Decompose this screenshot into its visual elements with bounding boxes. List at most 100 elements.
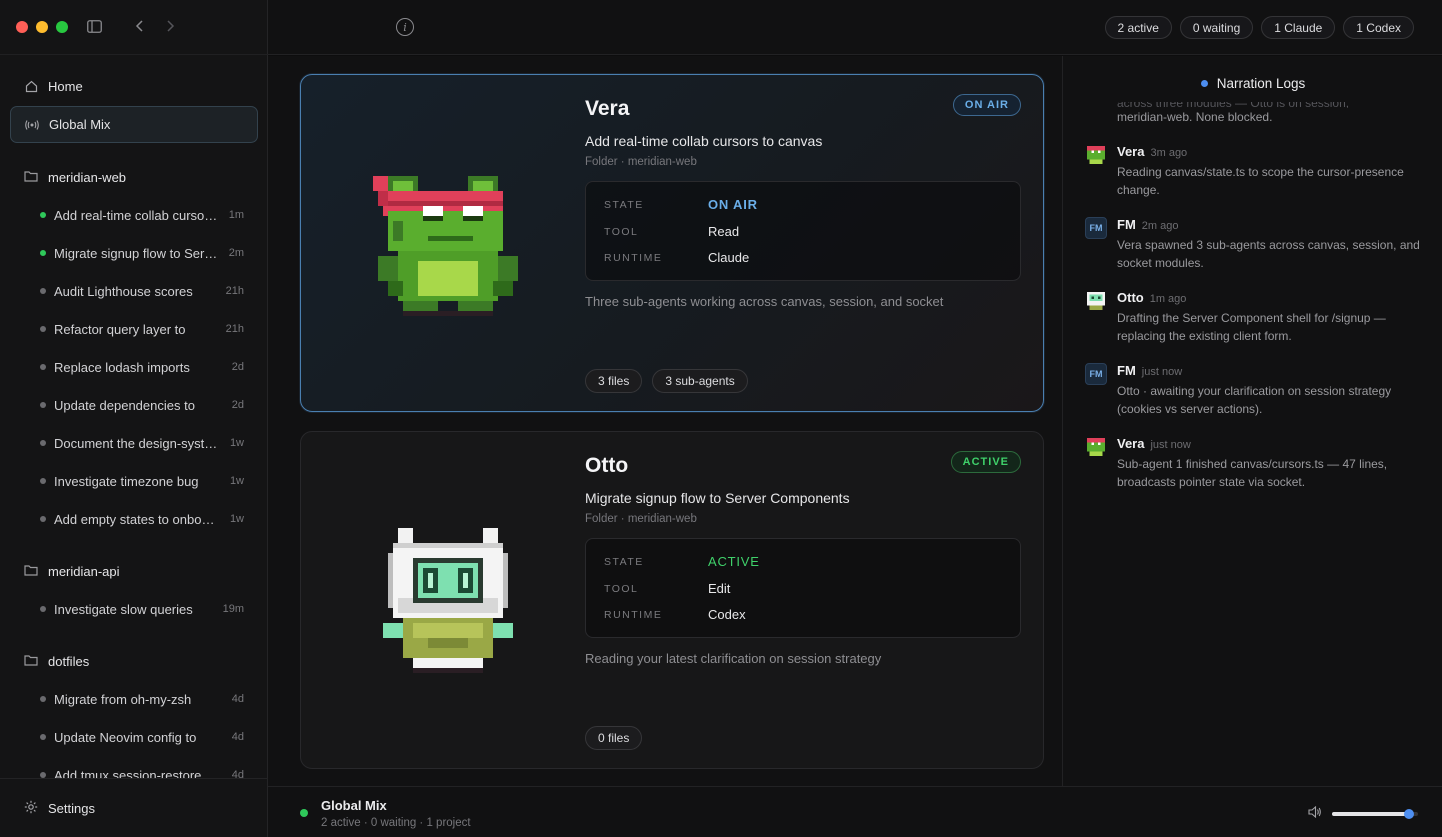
project-header[interactable]: dotfiles	[10, 642, 258, 680]
task-item[interactable]: Add real-time collab cursors to canvas 1m	[10, 196, 258, 234]
task-label: Update dependencies to	[54, 397, 195, 413]
tool-key: TOOL	[604, 582, 639, 595]
folder-icon	[24, 564, 38, 578]
waiting-count-pill[interactable]: 0 waiting	[1179, 16, 1254, 39]
nav-home[interactable]: Home	[10, 68, 258, 105]
task-label: Add tmux session-restore	[54, 767, 202, 779]
status-dot	[40, 696, 46, 702]
task-item[interactable]: Document the design-system 1w	[10, 424, 258, 462]
forward-chevron-icon[interactable]	[162, 18, 178, 34]
back-chevron-icon[interactable]	[132, 18, 148, 34]
log-entry: FM FM 2m ago Vera spawned 3 sub-agents a…	[1085, 217, 1425, 272]
task-time: 2d	[231, 399, 244, 411]
now-playing-bar: Global Mix 2 active · 0 waiting · 1 proj…	[268, 786, 1442, 837]
agent-name: Vera	[585, 97, 630, 120]
state-key: STATE	[604, 555, 644, 568]
volume-control	[1308, 805, 1418, 821]
task-time: 4d	[231, 693, 244, 705]
task-item[interactable]: Audit Lighthouse scores 21h	[10, 272, 258, 310]
close-window-button[interactable]	[16, 21, 28, 33]
task-item[interactable]: Investigate timezone bug 1w	[10, 462, 258, 500]
runtime-row: RUNTIME Codex	[604, 607, 746, 622]
files-chip[interactable]: 0 files	[585, 726, 643, 750]
narration-logs-panel: Narration Logs across three modules — Ot…	[1062, 56, 1442, 786]
status-pills: 2 active 0 waiting 1 Claude 1 Codex	[1104, 16, 1414, 39]
task-time: 1w	[229, 437, 244, 449]
nav-global-mix[interactable]: Global Mix	[10, 106, 258, 143]
project-name: dotfiles	[48, 653, 90, 669]
runtime-key: RUNTIME	[604, 251, 663, 264]
now-playing-subtitle: 2 active · 0 waiting · 1 project	[321, 817, 471, 829]
agent-name: Otto	[585, 454, 629, 477]
active-count-pill[interactable]: 2 active	[1104, 16, 1172, 39]
status-dot	[40, 288, 46, 294]
claude-count-pill[interactable]: 1 Claude	[1261, 16, 1336, 39]
log-time: just now	[1150, 439, 1191, 451]
log-author: FM	[1117, 217, 1136, 232]
status-dot	[40, 734, 46, 740]
task-item[interactable]: Add tmux session-restore 4d	[10, 756, 258, 778]
state-key: STATE	[604, 198, 644, 211]
minimize-window-button[interactable]	[36, 21, 48, 33]
task-label: Update Neovim config to	[54, 729, 197, 745]
folder-icon	[24, 654, 38, 668]
task-label: Replace lodash imports	[54, 359, 190, 375]
log-message: Sub-agent 1 finished canvas/cursors.ts —…	[1117, 457, 1388, 489]
codex-count-pill[interactable]: 1 Codex	[1343, 16, 1414, 39]
task-item[interactable]: Add empty states to onboarding 1w	[10, 500, 258, 538]
runtime-value: Claude	[708, 250, 750, 265]
sub-agents-chip[interactable]: 3 sub-agents	[652, 369, 748, 393]
task-label: Add empty states to onboarding	[54, 511, 218, 527]
settings-button[interactable]: Settings	[0, 778, 268, 837]
now-playing-title: Global Mix	[321, 798, 387, 813]
speaker-icon[interactable]	[1308, 805, 1322, 821]
task-item[interactable]: Replace lodash imports 2d	[10, 348, 258, 386]
task-item[interactable]: Investigate slow queries 19m	[10, 590, 258, 628]
agent-task-title: Add real-time collab cursors to canvas	[585, 133, 823, 149]
fm-avatar: FM	[1085, 217, 1107, 239]
log-entry: Vera 3m ago Reading canvas/state.ts to s…	[1085, 144, 1425, 199]
home-icon	[24, 80, 38, 94]
status-dot	[40, 364, 46, 370]
status-dot	[40, 606, 46, 612]
state-row: STATE ACTIVE	[604, 554, 760, 569]
task-item[interactable]: Update Neovim config to 4d	[10, 718, 258, 756]
task-label: Audit Lighthouse scores	[54, 283, 193, 299]
task-item[interactable]: Update dependencies to 2d	[10, 386, 258, 424]
log-time: just now	[1141, 366, 1183, 378]
task-label: Migrate from oh-my-zsh	[54, 691, 192, 707]
task-item[interactable]: Refactor query layer to 21h	[10, 310, 258, 348]
state-row: STATE ON AIR	[604, 197, 758, 212]
sidebar-toggle-icon[interactable]	[86, 18, 102, 34]
broadcast-icon	[25, 118, 39, 132]
nav-global-mix-label: Global Mix	[49, 117, 111, 132]
status-dot	[40, 516, 46, 522]
on-air-badge: ON AIR	[952, 94, 1021, 116]
maximize-window-button[interactable]	[56, 21, 68, 33]
files-chip[interactable]: 3 files	[585, 369, 643, 393]
folder-icon	[24, 170, 38, 184]
task-label: Migrate signup flow to Server Components	[54, 245, 218, 261]
task-label: Add real-time collab cursors to canvas	[54, 207, 218, 223]
vera-frog-avatar	[373, 176, 518, 316]
project-header[interactable]: meridian-web	[10, 158, 258, 196]
task-time: 1w	[229, 475, 244, 487]
agent-card-vera[interactable]: Vera ON AIR Add real-time collab cursors…	[300, 74, 1044, 412]
log-message: Vera spawned 3 sub-agents across canvas,…	[1117, 238, 1420, 270]
top-bar: i 2 active 0 waiting 1 Claude 1 Codex	[268, 0, 1442, 55]
task-time: 2m	[228, 247, 244, 259]
agent-card-otto[interactable]: Otto ACTIVE Migrate signup flow to Serve…	[300, 431, 1044, 769]
info-icon[interactable]: i	[396, 18, 414, 36]
project-name: meridian-web	[48, 169, 127, 185]
task-item[interactable]: Migrate from oh-my-zsh 4d	[10, 680, 258, 718]
project-header[interactable]: meridian-api	[10, 552, 258, 590]
volume-slider[interactable]	[1332, 808, 1418, 820]
volume-knob[interactable]	[1404, 808, 1415, 819]
task-item[interactable]: Migrate signup flow to Server Components…	[10, 234, 258, 272]
task-time: 1w	[229, 513, 244, 525]
agent-folder: Folder · meridian-web	[585, 156, 697, 168]
log-author: FM	[1117, 363, 1136, 378]
agent-state-box: STATE ACTIVE TOOL Edit RUNTIME Codex	[585, 538, 1021, 638]
task-time: 4d	[231, 731, 244, 743]
live-indicator-dot	[1200, 80, 1208, 87]
